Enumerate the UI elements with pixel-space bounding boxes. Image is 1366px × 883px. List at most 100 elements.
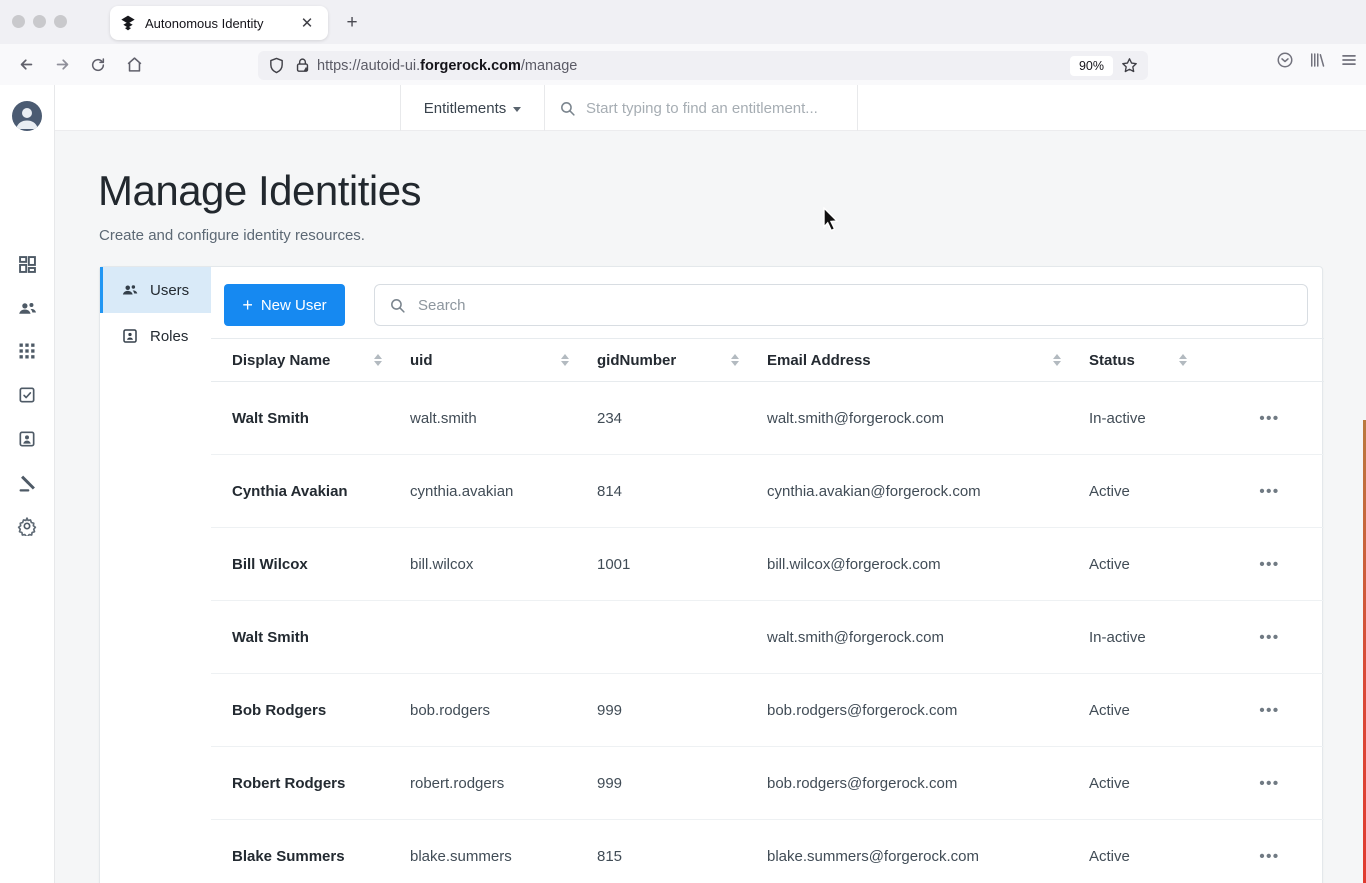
column-header-display-name[interactable]: Display Name — [211, 352, 410, 369]
identity-badge-icon[interactable] — [17, 429, 38, 450]
chevron-down-icon — [513, 106, 522, 112]
row-actions-menu-icon[interactable]: ••• — [1259, 483, 1279, 500]
row-actions-menu-icon[interactable]: ••• — [1259, 848, 1279, 865]
sort-icon[interactable] — [561, 354, 569, 366]
app-top-bar: Entitlements — [55, 85, 1366, 131]
column-header-status[interactable]: Status — [1089, 352, 1215, 369]
lock-warning-icon[interactable] — [294, 57, 311, 74]
cell-uid: blake.summers — [410, 848, 512, 865]
window-zoom-button[interactable] — [54, 15, 67, 28]
sort-icon[interactable] — [1053, 354, 1061, 366]
cell-email: bob.rodgers@forgerock.com — [767, 701, 958, 719]
cell-gidnumber: 234 — [597, 409, 623, 427]
apps-grid-icon[interactable] — [17, 341, 38, 362]
sort-icon[interactable] — [1179, 354, 1187, 366]
forward-icon[interactable] — [48, 51, 76, 79]
shield-icon[interactable] — [268, 57, 285, 74]
home-icon[interactable] — [120, 51, 148, 79]
cell-uid: bill.wilcox — [410, 555, 474, 573]
cell-email: walt.smith@forgerock.com — [767, 409, 944, 427]
tab-title: Autonomous Identity — [145, 15, 264, 31]
tab-users[interactable]: Users — [100, 267, 211, 313]
table-search — [374, 284, 1308, 326]
entitlement-search-input[interactable] — [586, 99, 846, 117]
identities-card: Users Roles + New User Display Name — [99, 266, 1324, 883]
url-text[interactable]: https://autoid-ui.forgerock.com/manage — [317, 58, 1070, 74]
search-icon — [559, 100, 576, 117]
cell-status: In-active — [1089, 409, 1146, 427]
row-actions-menu-icon[interactable]: ••• — [1259, 556, 1279, 573]
cell-email: bill.wilcox@forgerock.com — [767, 555, 941, 573]
table-row[interactable]: Cynthia Avakian cynthia.avakian 814 cynt… — [211, 455, 1324, 528]
menu-hamburger-icon[interactable] — [1340, 51, 1358, 69]
cell-gidnumber: 999 — [597, 701, 623, 719]
column-header-uid[interactable]: uid — [410, 352, 597, 369]
url-bar[interactable]: https://autoid-ui.forgerock.com/manage 9… — [258, 51, 1148, 80]
cell-status: In-active — [1089, 628, 1146, 646]
cell-display-name: Walt Smith — [232, 409, 309, 427]
new-tab-button[interactable]: + — [340, 11, 364, 35]
browser-tab-bar: Autonomous Identity ✕ + — [0, 0, 1366, 44]
library-icon[interactable] — [1308, 51, 1326, 69]
table-row[interactable]: Blake Summers blake.summers 815 blake.su… — [211, 820, 1324, 883]
users-tab-label: Users — [150, 281, 190, 299]
window-close-button[interactable] — [12, 15, 25, 28]
main-content: Manage Identities Create and configure i… — [55, 131, 1366, 883]
tab-close-icon[interactable]: ✕ — [296, 12, 318, 34]
table-row[interactable]: Robert Rodgers robert.rodgers 999 bob.ro… — [211, 747, 1324, 820]
tasks-icon[interactable] — [17, 385, 38, 406]
entitlement-search — [545, 85, 858, 131]
browser-toolbar: https://autoid-ui.forgerock.com/manage 9… — [0, 44, 1366, 86]
cell-status: Active — [1089, 774, 1130, 792]
forgerock-favicon — [120, 15, 136, 31]
cell-email: walt.smith@forgerock.com — [767, 628, 944, 646]
cell-display-name: Cynthia Avakian — [232, 482, 348, 500]
table-row[interactable]: Walt Smith walt.smith 234 walt.smith@for… — [211, 382, 1324, 455]
cell-email: bob.rodgers@forgerock.com — [767, 774, 958, 792]
settings-gear-icon[interactable] — [17, 516, 38, 537]
pocket-icon[interactable] — [1276, 51, 1294, 69]
column-header-email[interactable]: Email Address — [767, 352, 1089, 369]
tab-roles[interactable]: Roles — [100, 313, 211, 359]
cell-display-name: Robert Rodgers — [232, 774, 346, 792]
column-header-gidnumber[interactable]: gidNumber — [597, 352, 767, 369]
rules-gavel-icon[interactable] — [17, 473, 38, 494]
cell-status: Active — [1089, 555, 1130, 573]
cell-uid: cynthia.avakian — [410, 482, 514, 500]
table-row[interactable]: Bill Wilcox bill.wilcox 1001 bill.wilcox… — [211, 528, 1324, 601]
back-icon[interactable] — [12, 51, 40, 79]
cell-gidnumber: 1001 — [597, 555, 631, 573]
row-actions-menu-icon[interactable]: ••• — [1259, 702, 1279, 719]
table-row[interactable]: Walt Smith walt.smith@forgerock.com In-a… — [211, 601, 1324, 674]
row-actions-menu-icon[interactable]: ••• — [1259, 410, 1279, 427]
table-body: Walt Smith walt.smith 234 walt.smith@for… — [211, 382, 1324, 883]
users-table: Display Name uid gidNumber Email Address… — [211, 338, 1324, 883]
reload-icon[interactable] — [84, 51, 112, 79]
page-title: Manage Identities — [98, 167, 422, 214]
cell-uid: bob.rodgers — [410, 701, 491, 719]
sort-icon[interactable] — [731, 354, 739, 366]
sort-icon[interactable] — [374, 354, 382, 366]
table-row[interactable]: Bob Rodgers bob.rodgers 999 bob.rodgers@… — [211, 674, 1324, 747]
cell-email: blake.summers@forgerock.com — [767, 848, 979, 865]
page-zoom-indicator[interactable]: 90% — [1069, 55, 1113, 76]
bookmark-star-icon[interactable] — [1121, 57, 1138, 74]
cell-gidnumber: 815 — [597, 848, 623, 865]
browser-tab[interactable]: Autonomous Identity ✕ — [110, 6, 328, 40]
new-user-button[interactable]: + New User — [224, 284, 345, 326]
cell-gidnumber: 814 — [597, 482, 623, 500]
cell-uid: walt.smith — [410, 409, 477, 427]
avatar[interactable] — [12, 101, 42, 131]
users-icon[interactable] — [17, 298, 38, 319]
dashboard-icon[interactable] — [17, 254, 38, 275]
table-search-input[interactable] — [418, 296, 1278, 314]
cell-uid: robert.rodgers — [410, 774, 505, 792]
row-actions-menu-icon[interactable]: ••• — [1259, 629, 1279, 646]
row-actions-menu-icon[interactable]: ••• — [1259, 775, 1279, 792]
panel-toolbar: + New User — [211, 267, 1323, 331]
search-icon — [389, 297, 406, 314]
cell-display-name: Blake Summers — [232, 848, 345, 865]
cell-display-name: Bob Rodgers — [232, 701, 327, 719]
window-minimize-button[interactable] — [33, 15, 46, 28]
context-dropdown[interactable]: Entitlements — [400, 85, 545, 131]
